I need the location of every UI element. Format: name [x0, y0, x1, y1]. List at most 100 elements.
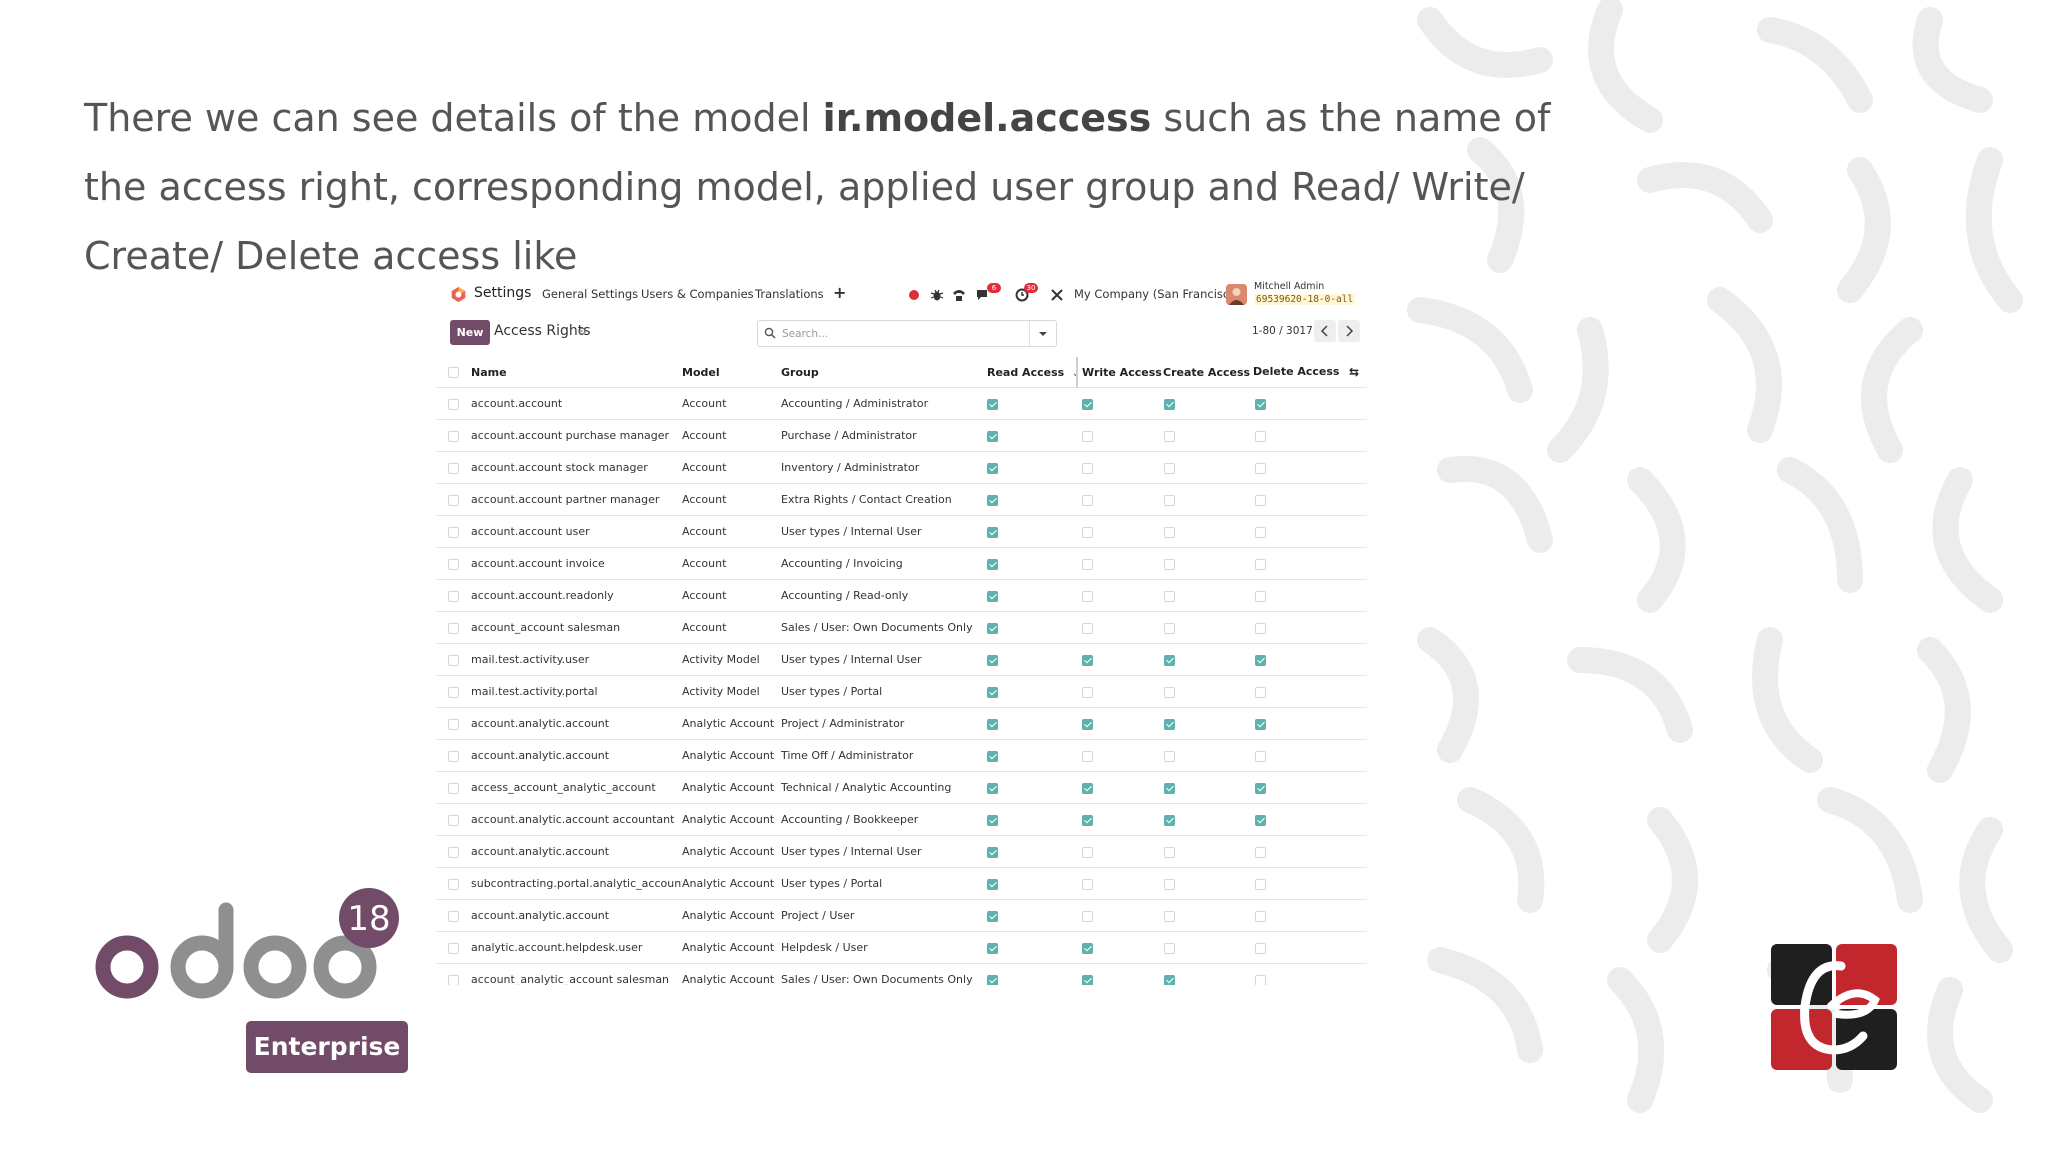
cell-name[interactable]: analytic.account.helpdesk.user: [471, 931, 682, 964]
cell-name[interactable]: account.account: [471, 387, 682, 420]
cell-model[interactable]: Analytic Account: [682, 707, 781, 740]
cell-delete-access-checkbox[interactable]: [1253, 483, 1367, 516]
cell-create-access-checkbox[interactable]: [1163, 483, 1253, 516]
cell-group[interactable]: Accounting / Administrator: [781, 387, 987, 420]
table-row[interactable]: analytic.account.helpdesk.user Analytic A…: [437, 931, 1367, 964]
search-input[interactable]: [780, 324, 1024, 344]
row-select-checkbox[interactable]: [437, 611, 471, 644]
cell-write-access-checkbox[interactable]: [1077, 643, 1163, 676]
settings-app-icon[interactable]: [450, 286, 467, 303]
cell-create-access-checkbox[interactable]: [1163, 867, 1253, 900]
cell-write-access-checkbox[interactable]: [1077, 867, 1163, 900]
cell-write-access-checkbox[interactable]: [1077, 483, 1163, 516]
cell-create-access-checkbox[interactable]: [1163, 547, 1253, 580]
table-row[interactable]: account.analytic.account Analytic Account…: [437, 739, 1367, 772]
cell-name[interactable]: mail.test.activity.user: [471, 643, 682, 676]
cell-delete-access-checkbox[interactable]: [1253, 867, 1367, 900]
cell-read-access-checkbox[interactable]: [987, 419, 1077, 452]
cell-read-access-checkbox[interactable]: [987, 867, 1077, 900]
table-row[interactable]: account.analytic.account Analytic Account…: [437, 707, 1367, 740]
table-row[interactable]: account.analytic.account Analytic Account…: [437, 899, 1367, 932]
cell-create-access-checkbox[interactable]: [1163, 739, 1253, 772]
cell-name[interactable]: account.account partner manager: [471, 483, 682, 516]
cell-create-access-checkbox[interactable]: [1163, 611, 1253, 644]
table-row[interactable]: mail.test.activity.portal Activity Model U…: [437, 675, 1367, 708]
cell-write-access-checkbox[interactable]: [1077, 899, 1163, 932]
row-select-checkbox[interactable]: [437, 675, 471, 708]
cell-name[interactable]: account.account invoice: [471, 547, 682, 580]
row-select-checkbox[interactable]: [437, 931, 471, 964]
cell-group[interactable]: User types / Internal User: [781, 835, 987, 868]
cell-delete-access-checkbox[interactable]: [1253, 579, 1367, 612]
user-name[interactable]: Mitchell Admin: [1254, 281, 1324, 292]
cell-delete-access-checkbox[interactable]: [1253, 835, 1367, 868]
cell-model[interactable]: Analytic Account: [682, 771, 781, 804]
cell-name[interactable]: account.account user: [471, 515, 682, 548]
cell-read-access-checkbox[interactable]: [987, 739, 1077, 772]
cell-name[interactable]: access_account_analytic_account: [471, 771, 682, 804]
cell-write-access-checkbox[interactable]: [1077, 963, 1163, 985]
cell-delete-access-checkbox[interactable]: [1253, 931, 1367, 964]
cell-delete-access-checkbox[interactable]: [1253, 675, 1367, 708]
cell-group[interactable]: User types / Internal User: [781, 643, 987, 676]
cell-group[interactable]: Extra Rights / Contact Creation: [781, 483, 987, 516]
cell-model[interactable]: Account: [682, 483, 781, 516]
new-button[interactable]: New: [450, 320, 490, 345]
column-header-delete-access[interactable]: Delete Access ⇆: [1253, 357, 1367, 388]
cell-write-access-checkbox[interactable]: [1077, 771, 1163, 804]
record-icon[interactable]: [906, 287, 922, 303]
row-select-checkbox[interactable]: [437, 515, 471, 548]
menu-translations[interactable]: Translations: [755, 287, 824, 301]
cell-create-access-checkbox[interactable]: [1163, 899, 1253, 932]
cell-read-access-checkbox[interactable]: [987, 483, 1077, 516]
cell-create-access-checkbox[interactable]: [1163, 707, 1253, 740]
cell-model[interactable]: Analytic Account: [682, 931, 781, 964]
cell-group[interactable]: User types / Portal: [781, 867, 987, 900]
cell-model[interactable]: Account: [682, 419, 781, 452]
pager-previous-button[interactable]: [1314, 320, 1336, 342]
cell-group[interactable]: Time Off / Administrator: [781, 739, 987, 772]
cell-model[interactable]: Analytic Account: [682, 899, 781, 932]
row-select-checkbox[interactable]: [437, 707, 471, 740]
cell-model[interactable]: Analytic Account: [682, 739, 781, 772]
row-select-checkbox[interactable]: [437, 419, 471, 452]
cell-model[interactable]: Account: [682, 515, 781, 548]
pager-value[interactable]: 1-80 / 3017: [1252, 325, 1313, 337]
cell-delete-access-checkbox[interactable]: [1253, 739, 1367, 772]
cell-model[interactable]: Analytic Account: [682, 835, 781, 868]
cell-write-access-checkbox[interactable]: [1077, 803, 1163, 836]
cell-read-access-checkbox[interactable]: [987, 803, 1077, 836]
cell-write-access-checkbox[interactable]: [1077, 419, 1163, 452]
cell-group[interactable]: Accounting / Read-only: [781, 579, 987, 612]
cell-name[interactable]: account.analytic.account: [471, 899, 682, 932]
table-row[interactable]: account.account user Account User types / …: [437, 515, 1367, 548]
cell-create-access-checkbox[interactable]: [1163, 963, 1253, 985]
row-select-checkbox[interactable]: [437, 867, 471, 900]
cell-model[interactable]: Account: [682, 451, 781, 484]
cell-create-access-checkbox[interactable]: [1163, 419, 1253, 452]
gear-icon[interactable]: ⚙: [577, 325, 587, 338]
cell-group[interactable]: Inventory / Administrator: [781, 451, 987, 484]
cell-model[interactable]: Analytic Account: [682, 867, 781, 900]
cell-name[interactable]: account.analytic.account: [471, 739, 682, 772]
cell-write-access-checkbox[interactable]: [1077, 739, 1163, 772]
cell-group[interactable]: Sales / User: Own Documents Only: [781, 963, 987, 985]
cell-create-access-checkbox[interactable]: [1163, 931, 1253, 964]
cell-delete-access-checkbox[interactable]: [1253, 643, 1367, 676]
row-select-checkbox[interactable]: [437, 771, 471, 804]
row-select-checkbox[interactable]: [437, 387, 471, 420]
cell-model[interactable]: Account: [682, 579, 781, 612]
cell-read-access-checkbox[interactable]: [987, 963, 1077, 985]
cell-delete-access-checkbox[interactable]: [1253, 387, 1367, 420]
cell-write-access-checkbox[interactable]: [1077, 707, 1163, 740]
cell-model[interactable]: Activity Model: [682, 675, 781, 708]
cell-name[interactable]: account.account purchase manager: [471, 419, 682, 452]
row-select-checkbox[interactable]: [437, 451, 471, 484]
table-row[interactable]: account.account invoice Account Accounting…: [437, 547, 1367, 580]
cell-group[interactable]: Accounting / Invoicing: [781, 547, 987, 580]
cell-write-access-checkbox[interactable]: [1077, 387, 1163, 420]
cell-delete-access-checkbox[interactable]: [1253, 419, 1367, 452]
cell-write-access-checkbox[interactable]: [1077, 515, 1163, 548]
table-row[interactable]: mail.test.activity.user Activity Model Use…: [437, 643, 1367, 676]
cell-delete-access-checkbox[interactable]: [1253, 515, 1367, 548]
